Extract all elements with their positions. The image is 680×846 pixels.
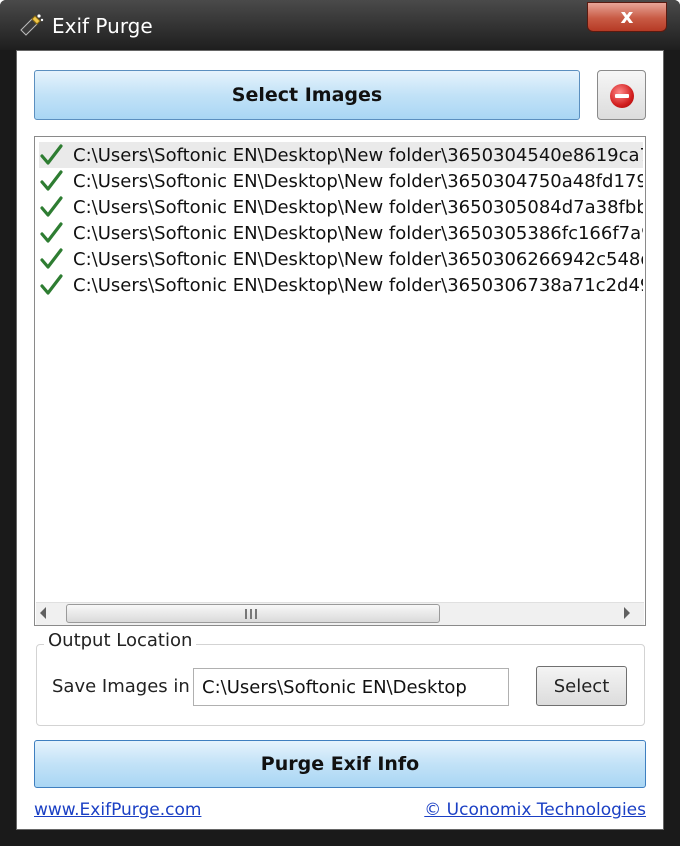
app-icon <box>20 14 44 36</box>
scrollbar-thumb[interactable] <box>66 604 440 623</box>
scroll-right-icon[interactable] <box>624 607 630 619</box>
file-path: C:\Users\Softonic EN\Desktop\New folder\… <box>73 144 643 166</box>
purge-exif-button[interactable]: Purge Exif Info <box>34 740 646 788</box>
list-item[interactable]: C:\Users\Softonic EN\Desktop\New folder\… <box>39 272 643 298</box>
check-icon <box>40 222 63 243</box>
file-path: C:\Users\Softonic EN\Desktop\New folder\… <box>73 170 643 192</box>
window-title: Exif Purge <box>52 14 153 38</box>
list-item[interactable]: C:\Users\Softonic EN\Desktop\New folder\… <box>39 220 643 246</box>
company-link[interactable]: © Uconomix Technologies <box>424 800 646 820</box>
file-list[interactable]: C:\Users\Softonic EN\Desktop\New folder\… <box>34 136 646 626</box>
output-location-label: Output Location <box>44 630 197 651</box>
check-icon <box>40 144 63 165</box>
file-path: C:\Users\Softonic EN\Desktop\New folder\… <box>73 274 643 296</box>
close-icon: x <box>620 4 634 28</box>
select-images-button[interactable]: Select Images <box>34 70 580 120</box>
list-item[interactable]: C:\Users\Softonic EN\Desktop\New folder\… <box>39 168 643 194</box>
list-item[interactable]: C:\Users\Softonic EN\Desktop\New folder\… <box>39 142 643 168</box>
scroll-left-icon[interactable] <box>40 607 46 619</box>
file-path: C:\Users\Softonic EN\Desktop\New folder\… <box>73 222 643 244</box>
title-bar[interactable]: Exif Purge x <box>0 0 680 50</box>
remove-icon <box>610 84 634 108</box>
save-images-label: Save Images in <box>52 676 190 697</box>
list-item[interactable]: C:\Users\Softonic EN\Desktop\New folder\… <box>39 194 643 220</box>
horizontal-scrollbar[interactable] <box>36 602 644 625</box>
check-icon <box>40 170 63 191</box>
remove-button[interactable] <box>597 70 646 120</box>
file-path: C:\Users\Softonic EN\Desktop\New folder\… <box>73 196 643 218</box>
check-icon <box>40 196 63 217</box>
list-item[interactable]: C:\Users\Softonic EN\Desktop\New folder\… <box>39 246 643 272</box>
close-button[interactable]: x <box>587 2 667 32</box>
website-link[interactable]: www.ExifPurge.com <box>34 800 201 820</box>
select-folder-button[interactable]: Select <box>536 666 627 706</box>
save-path-field[interactable] <box>193 668 509 706</box>
file-path: C:\Users\Softonic EN\Desktop\New folder\… <box>73 248 643 270</box>
check-icon <box>40 274 63 295</box>
grip-icon <box>245 609 257 619</box>
check-icon <box>40 248 63 269</box>
